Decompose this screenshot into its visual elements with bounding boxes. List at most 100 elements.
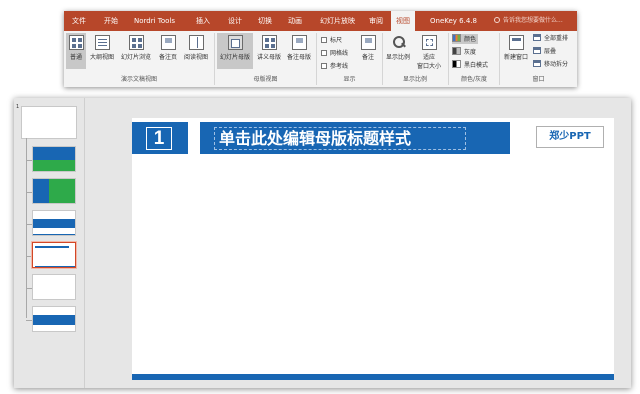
black-white-option[interactable]: 黑白模式 [452, 60, 488, 70]
layout-thumbnail[interactable] [32, 274, 76, 300]
move-split-button[interactable]: 移动拆分 [533, 60, 568, 70]
notes-master-label: 备注母版 [286, 54, 311, 61]
group-label-presentation-views: 演示文稿视图 [120, 76, 157, 83]
thumb-block [35, 246, 69, 248]
notes-label: 备注 [361, 54, 374, 61]
tell-me-text: 告诉我您想要做什么... [503, 17, 563, 24]
new-window-button[interactable]: 新建窗口 [501, 33, 531, 69]
grayscale-label: 灰度 [464, 49, 477, 56]
checkbox-box [321, 63, 327, 69]
handout-master-label: 讲义母版 [256, 54, 281, 61]
layout-thumbnail[interactable] [32, 210, 76, 236]
reading-view-label: 阅读视图 [183, 54, 208, 61]
tell-me-search[interactable]: 告诉我您想要做什么... [494, 11, 563, 31]
grayscale-option[interactable]: 灰度 [452, 47, 476, 57]
title-bar: 单击此处编辑母版标题样式 [200, 122, 510, 154]
tab-transitions[interactable]: 切换 [258, 11, 272, 31]
new-window-label: 新建窗口 [503, 54, 528, 61]
gridlines-checkbox[interactable]: 网格线 [321, 48, 348, 57]
notes-page-label: 备注页 [158, 54, 177, 61]
gridlines-label: 网格线 [330, 50, 349, 57]
selected-layout-thumbnail[interactable] [32, 242, 76, 268]
thumb-block [33, 160, 75, 171]
ruler-label: 标尺 [330, 37, 343, 44]
fit-label-line2: 窗口大小 [416, 63, 441, 70]
tab-onekey[interactable]: OneKey 6.4.8 [430, 11, 477, 31]
color-option[interactable]: 颜色 [452, 34, 479, 44]
fit-to-window-button[interactable]: 适应 窗口大小 [414, 33, 444, 73]
tab-animations[interactable]: 动画 [288, 11, 302, 31]
arrange-all-button[interactable]: 全部重排 [533, 34, 568, 44]
lightbulb-icon [494, 17, 500, 23]
zoom-button[interactable]: 显示比例 [384, 33, 412, 69]
master-thumbnail[interactable] [21, 106, 77, 139]
slide-number-placeholder[interactable]: 1 [146, 127, 172, 150]
move-split-label: 移动拆分 [544, 61, 569, 68]
color-swatch-icon [452, 34, 461, 42]
tab-nordri-tools[interactable]: Nordri Tools [134, 11, 175, 31]
layout-thumbnail[interactable] [32, 178, 76, 204]
cascade-label: 层叠 [544, 48, 557, 55]
slide-number-block: 1 [132, 122, 188, 154]
slide-master-button[interactable]: 幻灯片母版 [217, 33, 253, 69]
ruler-checkbox[interactable]: 标尺 [321, 35, 342, 44]
tab-insert[interactable]: 插入 [196, 11, 210, 31]
slide-canvas[interactable]: 1 单击此处编辑母版标题样式 郑少PPT [132, 118, 614, 380]
outline-view-button[interactable]: 大纲视图 [88, 33, 116, 69]
black-white-swatch-icon [452, 60, 461, 68]
group-label-show: 显示 [343, 76, 356, 83]
ribbon-tab-bar: 文件 开始 Nordri Tools 插入 设计 切换 动画 幻灯片放映 审阅 … [64, 11, 577, 31]
bottom-accent-bar [132, 374, 614, 380]
tab-review[interactable]: 审阅 [369, 11, 383, 31]
thumbnail-pane[interactable]: 1 [14, 98, 85, 388]
tab-design[interactable]: 设计 [228, 11, 242, 31]
normal-view-icon [68, 35, 84, 50]
guides-checkbox[interactable]: 参考线 [321, 61, 348, 70]
thumb-block [49, 179, 75, 203]
ribbon: 文件 开始 Nordri Tools 插入 设计 切换 动画 幻灯片放映 审阅 … [64, 11, 577, 87]
checkbox-box [321, 37, 327, 43]
outline-view-icon [94, 35, 110, 50]
thumb-block [33, 315, 75, 325]
slide-sorter-button[interactable]: 幻灯片浏览 [118, 33, 154, 69]
handout-master-button[interactable]: 讲义母版 [255, 33, 283, 69]
fit-window-icon [421, 35, 437, 50]
thumbnail-connector [26, 138, 27, 318]
thumb-block [33, 219, 75, 228]
notes-button[interactable]: 备注 [358, 33, 378, 69]
color-label: 颜色 [464, 36, 477, 43]
notes-page-button[interactable]: 备注页 [156, 33, 180, 69]
arrange-all-icon [533, 34, 541, 41]
cascade-button[interactable]: 层叠 [533, 47, 556, 57]
slide-sorter-label: 幻灯片浏览 [120, 54, 151, 61]
move-split-icon [533, 60, 541, 67]
fit-label-line1: 适应 [422, 54, 435, 61]
new-window-icon [508, 35, 524, 50]
cascade-icon [533, 47, 541, 54]
reading-view-icon [188, 35, 204, 50]
checkbox-box [321, 50, 327, 56]
arrange-all-label: 全部重排 [544, 35, 569, 42]
tab-slideshow[interactable]: 幻灯片放映 [320, 11, 355, 31]
thumb-block [33, 179, 49, 203]
layout-thumbnail[interactable] [32, 146, 76, 172]
slide-sorter-icon [128, 35, 144, 50]
grayscale-swatch-icon [452, 47, 461, 55]
outline-view-label: 大纲视图 [89, 54, 114, 61]
notes-master-button[interactable]: 备注母版 [285, 33, 313, 69]
reading-view-button[interactable]: 阅读视图 [182, 33, 210, 69]
black-white-label: 黑白模式 [464, 62, 489, 69]
notes-icon [360, 35, 376, 50]
tab-home[interactable]: 开始 [104, 11, 118, 31]
thumb-block [33, 234, 75, 235]
ribbon-body: 普通 大纲视图 幻灯片浏览 备注页 阅读视图 演示文稿视图 幻灯片母版 讲义母版 [64, 31, 577, 87]
title-placeholder[interactable]: 单击此处编辑母版标题样式 [214, 127, 466, 150]
tab-file[interactable]: 文件 [72, 11, 86, 31]
brand-label[interactable]: 郑少PPT [536, 126, 604, 148]
normal-view-button[interactable]: 普通 [66, 33, 86, 69]
slide-master-icon [227, 35, 243, 50]
tab-view[interactable]: 视图 [391, 11, 415, 31]
layout-thumbnail[interactable] [32, 306, 76, 332]
magnifier-icon [391, 35, 406, 50]
group-label-zoom: 显示比例 [402, 76, 427, 83]
